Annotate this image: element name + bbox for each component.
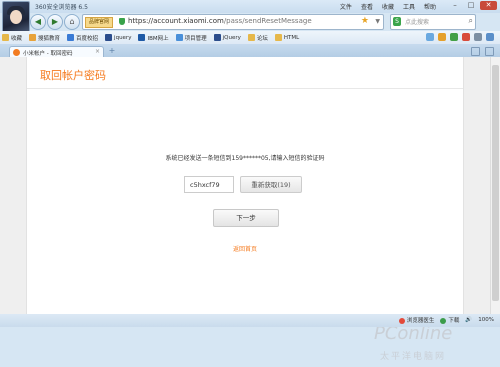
folder-icon xyxy=(247,34,255,41)
bookmark-item[interactable]: 百度校招 xyxy=(67,34,98,42)
extension-icon[interactable] xyxy=(486,33,494,41)
menu-tools[interactable]: 工具 xyxy=(403,2,415,11)
bookmark-item[interactable]: 收藏 xyxy=(2,34,22,42)
bookmark-item[interactable]: jquery xyxy=(105,34,131,41)
sound-icon[interactable]: 🔊 xyxy=(465,317,472,323)
menu-bar: 文件 查看 收藏 工具 帮助 xyxy=(340,2,436,11)
extension-icon[interactable] xyxy=(450,33,458,41)
next-step-button[interactable]: 下一步 xyxy=(213,209,279,227)
page-icon xyxy=(29,34,37,41)
search-input[interactable]: 点此搜索 xyxy=(405,17,429,26)
page-icon xyxy=(175,34,183,41)
watermark-site: 太平洋电脑网 xyxy=(380,352,447,362)
doctor-icon xyxy=(398,317,405,324)
maximize-button[interactable]: □ xyxy=(464,1,478,10)
chevron-down-icon[interactable]: ▼ xyxy=(375,18,380,25)
navigation-bar: ◀ ▶ ⌂ 品牌官网 https://account.xiaomi.com/pa… xyxy=(30,13,500,30)
toolbar-icons xyxy=(426,33,494,41)
folder-icon xyxy=(274,34,282,41)
restore-tab-icon[interactable] xyxy=(485,47,494,56)
menu-file[interactable]: 文件 xyxy=(340,2,352,11)
extension-icon[interactable] xyxy=(426,33,434,41)
star-icon xyxy=(2,34,9,41)
resend-code-button[interactable]: 重新获取(19) xyxy=(240,176,302,193)
secure-shield-icon xyxy=(119,18,125,25)
status-items: 浏览器医生 下载 🔊 100% xyxy=(398,316,494,324)
close-tab-icon[interactable]: × xyxy=(95,48,100,55)
minimize-button[interactable]: – xyxy=(448,1,462,10)
url-text[interactable]: https://account.xiaomi.com/pass/sendRese… xyxy=(128,17,312,25)
divider xyxy=(27,88,463,89)
page-title: 取回帐户密码 xyxy=(40,69,106,82)
extension-icon[interactable] xyxy=(474,33,482,41)
bookmark-item[interactable]: IBM网上 xyxy=(138,34,169,42)
zoom-level[interactable]: 100% xyxy=(478,317,494,323)
search-engine-icon[interactable]: S xyxy=(393,17,401,26)
bookmark-item[interactable]: 项目管理 xyxy=(175,34,207,42)
download-icon xyxy=(440,317,447,324)
page-icon xyxy=(213,34,221,41)
app-title: 360安全浏览器 6.5 xyxy=(35,4,88,11)
download-button[interactable]: 下载 xyxy=(440,316,459,324)
page-icon xyxy=(138,34,146,41)
menu-help[interactable]: 帮助 xyxy=(424,2,436,11)
extension-icon[interactable] xyxy=(462,33,470,41)
back-to-home-link[interactable]: 返回首页 xyxy=(27,244,463,253)
menu-favorites[interactable]: 收藏 xyxy=(382,2,394,11)
tab-title: 小米帐户 - 取回密码 xyxy=(23,51,73,57)
status-bar: 浏览器医生 下载 🔊 100% xyxy=(0,314,500,327)
bookmarks-bar: 收藏 搜狐教育 百度校招 jquery IBM网上 项目管理 jQuery 论坛… xyxy=(0,31,500,44)
bookmark-star-icon[interactable]: ★ xyxy=(361,16,369,26)
title-bar: 360安全浏览器 6.5 文件 查看 收藏 工具 帮助 – □ ✕ xyxy=(0,0,500,13)
page-icon xyxy=(105,34,113,41)
bookmark-folder[interactable]: 论坛 xyxy=(247,34,268,42)
window-controls: – □ ✕ xyxy=(448,1,497,10)
page-viewport: 取回帐户密码 系统已经发送一条短信到159******05,请输入短信的验证码 … xyxy=(0,57,500,362)
scrollbar-thumb[interactable] xyxy=(492,65,499,301)
window-list-icon[interactable] xyxy=(471,47,480,56)
search-box[interactable]: S 点此搜索 ⌕ xyxy=(390,14,476,30)
tab-bar-icons xyxy=(471,47,494,56)
new-tab-button[interactable]: + xyxy=(106,47,118,56)
tab-bar: 小米帐户 - 取回密码 × + xyxy=(0,44,500,58)
site-mode-badge[interactable]: 品牌官网 xyxy=(85,17,114,28)
home-icon[interactable]: ⌂ xyxy=(64,14,80,30)
favicon-icon xyxy=(13,49,20,56)
bookmark-folder[interactable]: HTML xyxy=(274,34,299,41)
back-arrow-icon[interactable]: ◀ xyxy=(30,14,46,30)
bookmark-item[interactable]: 搜狐教育 xyxy=(29,34,60,42)
close-button[interactable]: ✕ xyxy=(480,1,497,10)
verification-code-input[interactable] xyxy=(184,176,234,193)
menu-view[interactable]: 查看 xyxy=(361,2,373,11)
page-icon xyxy=(67,34,75,41)
forward-arrow-icon[interactable]: ▶ xyxy=(47,14,63,30)
sms-sent-message: 系统已经发送一条短信到159******05,请输入短信的验证码 xyxy=(165,155,325,162)
extension-icon[interactable] xyxy=(438,33,446,41)
bookmark-item[interactable]: jQuery xyxy=(213,34,241,41)
vertical-scrollbar[interactable] xyxy=(490,57,500,314)
browser-doctor-button[interactable]: 浏览器医生 xyxy=(398,316,434,324)
page-container: 取回帐户密码 系统已经发送一条短信到159******05,请输入短信的验证码 … xyxy=(26,57,464,314)
address-bar[interactable]: 品牌官网 https://account.xiaomi.com/pass/sen… xyxy=(82,14,384,30)
search-icon[interactable]: ⌕ xyxy=(469,16,473,26)
watermark: PConline 太平洋电脑网 xyxy=(374,323,484,367)
